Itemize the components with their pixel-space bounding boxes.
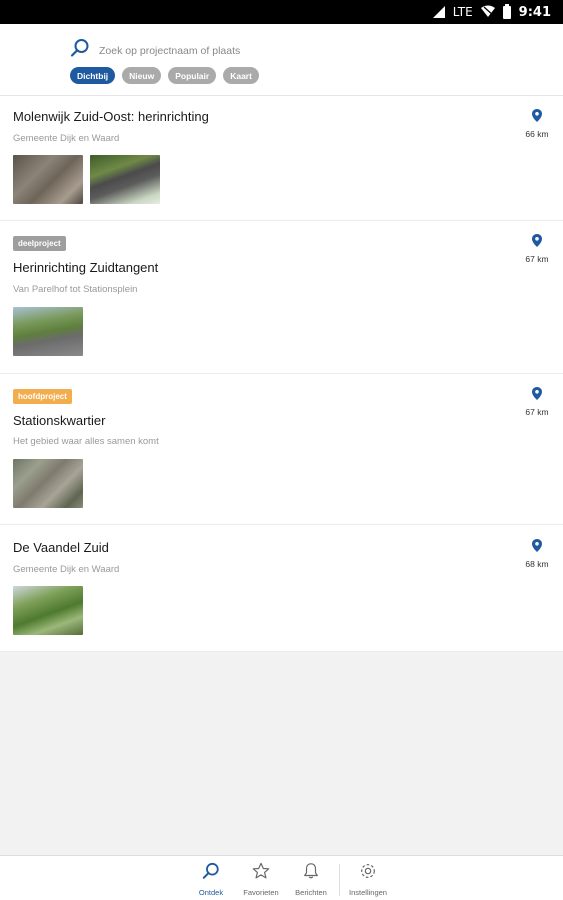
location-pin-icon [532,109,542,126]
badge-hoofdproject: hoofdproject [13,389,72,404]
tab-instellingen[interactable]: Instellingen [343,862,393,897]
star-icon [252,862,270,885]
distance-label: 67 km [525,407,549,417]
project-subtitle: Van Parelhof tot Stationsplein [13,284,138,295]
tab-list: Ontdek Favorieten Berichten Instellingen [186,862,393,897]
search-icon [202,862,220,885]
filter-chip-dichtbij[interactable]: Dichtbij [70,67,116,84]
distance: 66 km [521,109,553,139]
location-pin-icon [532,387,542,404]
distance: 67 km [521,234,553,264]
photo-strip [13,155,160,204]
tab-favorieten[interactable]: Favorieten [236,862,286,897]
distance: 68 km [521,539,553,569]
project-photo[interactable] [13,307,83,356]
wifi-icon [480,5,495,20]
bell-icon [302,862,320,885]
tab-label: Ontdek [198,888,224,897]
search-placeholder[interactable]: Zoek op projectnaam of plaats [99,45,240,57]
status-bar: LTE 9:41 [0,0,563,24]
project-card[interactable]: Molenwijk Zuid-Oost: herinrichting Gemee… [0,96,563,221]
project-subtitle: Gemeente Dijk en Waard [13,133,120,144]
project-title: Molenwijk Zuid-Oost: herinrichting [13,109,209,124]
distance: 67 km [521,387,553,417]
project-photo[interactable] [13,459,83,508]
project-title: Herinrichting Zuidtangent [13,260,159,275]
clock: 9:41 [518,4,551,20]
project-card[interactable]: De Vaandel Zuid Gemeente Dijk en Waard 6… [0,525,563,652]
project-title: De Vaandel Zuid [13,540,109,555]
tab-ontdek[interactable]: Ontdek [186,862,236,897]
filter-chip-kaart[interactable]: Kaart [223,67,259,84]
distance-label: 68 km [525,559,549,569]
location-pin-icon [532,539,542,556]
project-photo[interactable] [13,586,83,635]
network-label: LTE [452,5,473,19]
search-header: Zoek op projectnaam of plaats Dichtbij N… [0,24,563,96]
battery-icon [502,3,511,19]
project-card[interactable]: hoofdproject Stationskwartier Het gebied… [0,374,563,525]
badge-deelproject: deelproject [13,236,66,251]
tab-berichten[interactable]: Berichten [286,862,336,897]
tab-label: Berichten [295,888,327,897]
photo-strip [13,459,83,508]
gear-icon [359,862,377,885]
project-card[interactable]: deelproject Herinrichting Zuidtangent Va… [0,221,563,374]
project-photo[interactable] [13,155,83,204]
tab-label: Instellingen [349,888,387,897]
filter-chip-populair[interactable]: Populair [168,67,217,84]
project-photo[interactable] [90,155,160,204]
search-icon [70,38,90,63]
distance-label: 67 km [525,254,549,264]
signal-icon [432,6,445,18]
project-title: Stationskwartier [13,413,106,428]
tab-divider [339,864,340,896]
filter-chip-nieuw[interactable]: Nieuw [122,67,162,84]
photo-strip [13,586,83,635]
filter-chips: Dichtbij Nieuw Populair Kaart [70,67,259,84]
project-list: Molenwijk Zuid-Oost: herinrichting Gemee… [0,96,563,652]
bottom-tab-bar: Ontdek Favorieten Berichten Instellingen [0,855,563,900]
photo-strip [13,307,83,356]
project-subtitle: Gemeente Dijk en Waard [13,564,120,575]
distance-label: 66 km [525,129,549,139]
search-input[interactable]: Zoek op projectnaam of plaats [70,38,240,63]
location-pin-icon [532,234,542,251]
tab-label: Favorieten [243,888,279,897]
project-subtitle: Het gebied waar alles samen komt [13,436,159,447]
